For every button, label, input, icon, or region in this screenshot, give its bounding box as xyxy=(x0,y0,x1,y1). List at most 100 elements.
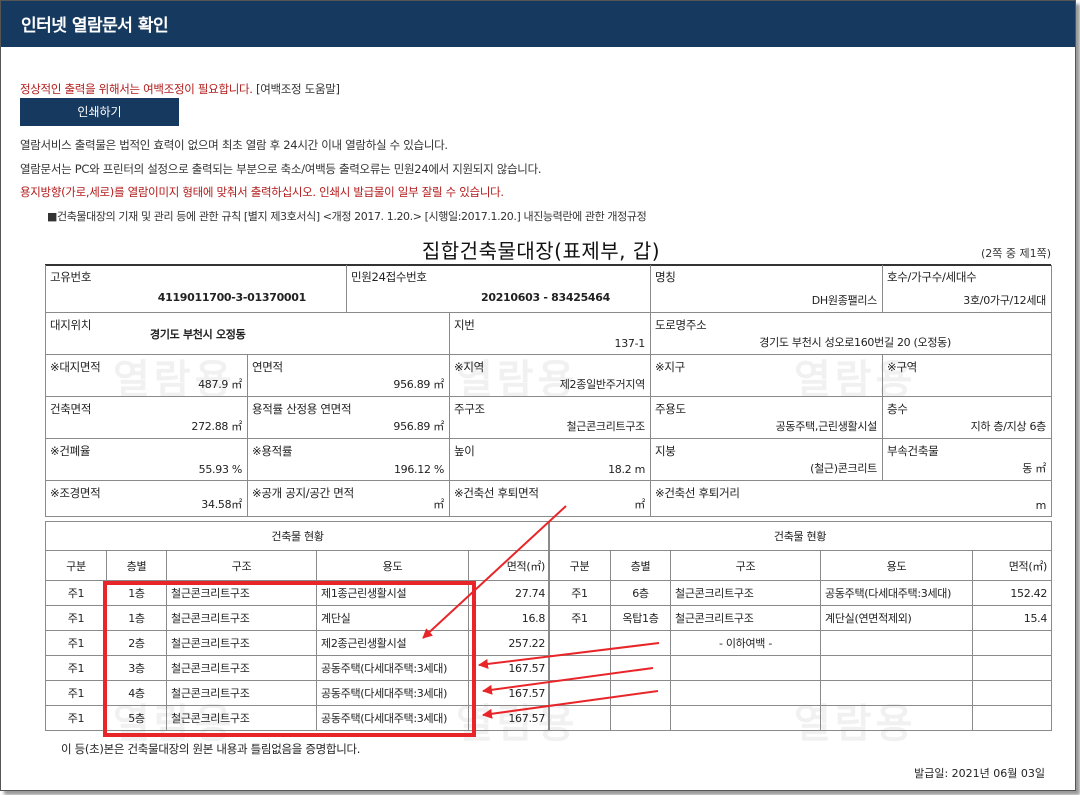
receipt-no-label: 민원24접수번호 xyxy=(351,270,427,284)
notice-printer: 열람문서는 PC와 프린터의 설정으로 출력되는 부분으로 축소/여백등 출력오… xyxy=(20,162,542,176)
cell-structure: - 이하여백 - xyxy=(670,630,821,656)
coverage-ratio-label: ※건폐율 xyxy=(50,444,91,458)
far-floor-area-cell: 용적률 산정용 연면적 956.89 ㎡ xyxy=(248,397,450,439)
main-structure-value: 철근콘크리트구조 xyxy=(566,420,645,433)
lot-no-value: 137-1 xyxy=(614,337,646,350)
cell-category xyxy=(548,705,611,731)
table-row xyxy=(548,655,1053,681)
floors-label: 층수 xyxy=(887,402,908,416)
col-header: 층별 xyxy=(610,550,671,581)
col-header: 용도 xyxy=(316,550,469,581)
unique-no-value: 4119011700-3-01370001 xyxy=(157,291,307,304)
cell-floor xyxy=(610,630,671,656)
district-cell: ※지구 xyxy=(651,355,883,397)
cell-area: 152.42 xyxy=(971,580,1053,606)
cell-floor: 1층 xyxy=(106,605,167,631)
cell-category xyxy=(548,630,611,656)
lot-no-cell: 지번 137-1 xyxy=(450,313,651,355)
total-floor-area-value: 956.89 ㎡ xyxy=(393,378,444,391)
table-row xyxy=(548,680,1053,706)
road-address-value: 경기도 부천시 성오로160번길 20 (오정동) xyxy=(759,336,951,349)
document-title: 집합건축물대장(표제부, 갑) xyxy=(421,239,661,263)
margin-notice: 정상적인 출력을 위해서는 여백조정이 필요합니다. [여백조정 도움말] xyxy=(20,81,340,97)
status-table-title: 건축물 현황 xyxy=(547,521,1053,551)
cell-floor: 5층 xyxy=(106,705,167,731)
height-value: 18.2 m xyxy=(608,463,645,476)
far-ratio-value: 196.12 % xyxy=(393,463,444,476)
far-floor-area-label: 용적률 산정용 연면적 xyxy=(252,402,352,416)
col-header: 층별 xyxy=(106,550,167,581)
cell-area: 167.57 xyxy=(467,680,551,706)
road-address-cell: 도로명주소 경기도 부천시 성오로160번길 20 (오정동) xyxy=(651,313,1052,355)
cell-category: 주1 xyxy=(45,580,107,606)
cell-category: 주1 xyxy=(548,605,611,631)
height-cell: 높이 18.2 m xyxy=(450,439,651,481)
setback-area-label: ※건축선 후퇴면적 xyxy=(454,486,539,500)
cell-structure xyxy=(670,655,821,681)
main-use-value: 공동주택,근린생활시설 xyxy=(775,420,878,433)
col-header: 구분 xyxy=(45,550,107,581)
document-viewer-window: 인터넷 열람문서 확인 정상적인 출력을 위해서는 여백조정이 필요합니다. [… xyxy=(0,0,1076,791)
road-address-label: 도로명주소 xyxy=(655,318,707,332)
cell-area: 27.74 xyxy=(467,580,551,606)
window-title: 인터넷 열람문서 확인 xyxy=(21,16,169,36)
main-use-label: 주용도 xyxy=(655,402,686,416)
table-row: 주1 3층 철근콘크리트구조 공동주택(다세대주택:3세대) 167.57 xyxy=(45,655,551,681)
margin-help-link[interactable]: [여백조정 도움말] xyxy=(256,82,340,96)
cell-area xyxy=(971,655,1053,681)
annex-label: 부속건축물 xyxy=(887,444,939,458)
cell-use: 공동주택(다세대주택:3세대) xyxy=(316,705,469,731)
far-floor-area-value: 956.89 ㎡ xyxy=(393,420,444,433)
open-space-cell: ※공개 공지/공간 면적 ㎡ xyxy=(248,481,450,517)
cell-use xyxy=(820,655,973,681)
cell-use: 계단실(연면적제외) xyxy=(820,605,973,631)
zone-cell: ※지역 제2종일반주거지역 xyxy=(450,355,651,397)
col-header: 구조 xyxy=(166,550,317,581)
cell-area: 16.8 xyxy=(467,605,551,631)
cell-category xyxy=(548,655,611,681)
notice-orientation: 용지방향(가로,세로)를 열람이미지 형태에 맞춰서 출력하십시오. 인쇄시 발… xyxy=(20,185,504,199)
cell-structure xyxy=(670,680,821,706)
cell-use: 제2종근린생활시설 xyxy=(316,630,469,656)
cell-structure: 철근콘크리트구조 xyxy=(670,605,821,631)
cell-floor xyxy=(610,680,671,706)
landscape-area-label: ※조경면적 xyxy=(50,486,101,500)
cell-use: 제1종근린생활시설 xyxy=(316,580,469,606)
col-header: 면적(㎡) xyxy=(467,550,551,581)
table-row: - 이하여백 - xyxy=(548,630,1053,656)
roof-label: 지붕 xyxy=(655,444,676,458)
cell-structure: 철근콘크리트구조 xyxy=(166,630,317,656)
cell-use: 공동주택(다세대주택:3세대) xyxy=(820,580,973,606)
issue-date: 발급일: 2021년 06월 03일 xyxy=(914,767,1045,780)
table-row: 주1 4층 철근콘크리트구조 공동주택(다세대주택:3세대) 167.57 xyxy=(45,680,551,706)
table-row: 주1 5층 철근콘크리트구조 공동주택(다세대주택:3세대) 167.57 xyxy=(45,705,551,731)
area-cell: ※구역 xyxy=(883,355,1052,397)
floors-cell: 층수 지하 층/지상 6층 xyxy=(883,397,1052,439)
zone-value: 제2종일반주거지역 xyxy=(559,378,646,391)
lot-no-label: 지번 xyxy=(454,318,475,332)
building-area-cell: 건축면적 272.88 ㎡ xyxy=(46,397,248,439)
setback-distance-value: m xyxy=(1035,499,1047,512)
col-header: 용도 xyxy=(820,550,973,581)
cell-category: 주1 xyxy=(45,605,107,631)
cell-area: 257.22 xyxy=(467,630,551,656)
window-titlebar: 인터넷 열람문서 확인 xyxy=(1,1,1075,47)
status-table-body: 주1 6층 철근콘크리트구조 공동주택(다세대주택:3세대) 152.42 주1 옥탑1층 철… xyxy=(548,580,1053,731)
certification-text: 이 등(초)본은 건축물대장의 원본 내용과 틀림없음을 증명합니다. xyxy=(61,742,361,756)
building-name-value: DH원종팰리스 xyxy=(811,294,878,307)
cell-area: 15.4 xyxy=(971,605,1053,631)
building-area-label: 건축면적 xyxy=(50,402,92,416)
table-row xyxy=(548,705,1053,731)
main-structure-cell: 주구조 철근콘크리트구조 xyxy=(450,397,651,439)
open-space-value: ㎡ xyxy=(433,498,444,511)
cell-floor: 1층 xyxy=(106,580,167,606)
unique-no-cell: 고유번호 4119011700-3-01370001 xyxy=(46,265,347,313)
cell-structure: 철근콘크리트구조 xyxy=(166,705,317,731)
cell-structure xyxy=(670,705,821,731)
print-button[interactable]: 인쇄하기 xyxy=(20,98,179,126)
site-location-value: 경기도 부천시 오정동 xyxy=(150,328,246,341)
cell-floor xyxy=(610,655,671,681)
building-name-label: 명칭 xyxy=(655,270,676,284)
cell-use xyxy=(820,630,973,656)
coverage-ratio-cell: ※건폐율 55.93 % xyxy=(46,439,248,481)
